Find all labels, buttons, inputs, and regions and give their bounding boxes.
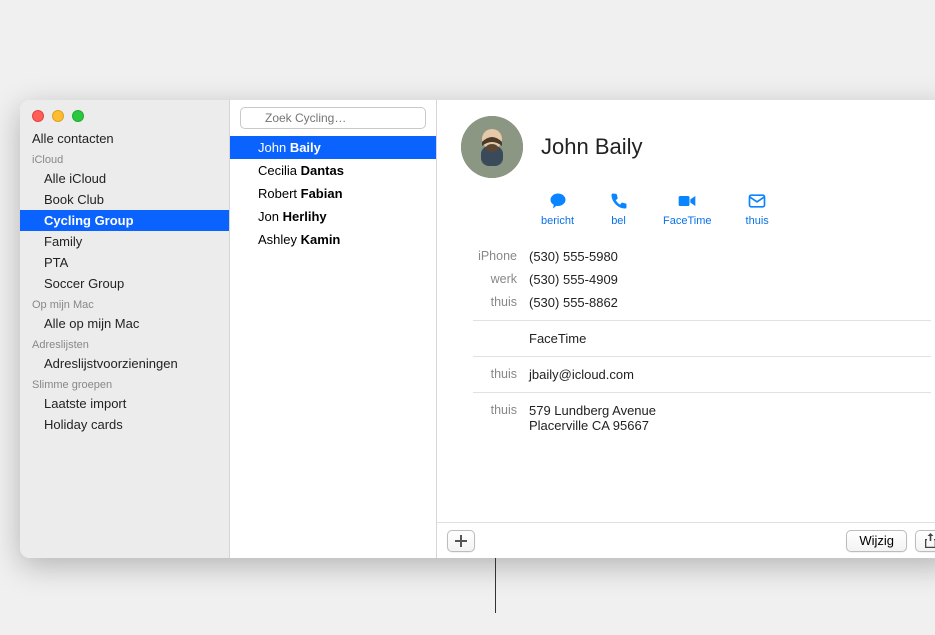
contact-first: John — [258, 140, 290, 155]
bericht-icon — [547, 190, 568, 211]
thuis-icon — [747, 190, 768, 211]
action-label: bel — [611, 215, 626, 227]
search-input[interactable] — [240, 107, 426, 129]
email-value: jbaily@icloud.com — [529, 367, 931, 382]
edit-button[interactable]: Wijzig — [846, 530, 907, 552]
contact-last: Herlihy — [283, 209, 327, 224]
action-facetime[interactable]: FaceTime — [663, 190, 712, 227]
contact-list-item[interactable]: John Baily — [230, 136, 436, 159]
search-wrap — [230, 100, 436, 136]
sidebar-item[interactable]: Alle op mijn Mac — [20, 313, 229, 334]
facetime-icon — [677, 190, 698, 211]
contact-list: John BailyCecilia DantasRobert FabianJon… — [230, 136, 436, 251]
add-button[interactable] — [447, 530, 475, 552]
share-button[interactable] — [915, 530, 935, 552]
facetime-row[interactable]: FaceTime — [461, 327, 931, 350]
divider — [473, 392, 931, 393]
sidebar-item[interactable]: Family — [20, 231, 229, 252]
share-icon — [924, 533, 935, 548]
address-line1: 579 Lundberg Avenue — [529, 403, 931, 418]
contact-header: John Baily — [461, 116, 931, 178]
email-label: thuis — [461, 367, 529, 382]
callout-line-bottom — [495, 558, 496, 613]
sidebar-item[interactable]: Holiday cards — [20, 414, 229, 435]
contact-first: Cecilia — [258, 163, 301, 178]
action-label: FaceTime — [663, 215, 712, 227]
address-value: 579 Lundberg Avenue Placerville CA 95667 — [529, 403, 931, 433]
sidebar-section-header: Adreslijsten — [20, 334, 229, 353]
action-label: bericht — [541, 215, 574, 227]
sidebar-section-header: Slimme groepen — [20, 374, 229, 393]
contact-list-item[interactable]: Ashley Kamin — [230, 228, 436, 251]
sidebar-all-contacts[interactable]: Alle contacten — [20, 128, 229, 149]
plus-icon — [455, 535, 467, 547]
address-row[interactable]: thuis 579 Lundberg Avenue Placerville CA… — [461, 399, 931, 437]
zoom-window-button[interactable] — [72, 110, 84, 122]
divider — [473, 356, 931, 357]
contact-list-item[interactable]: Robert Fabian — [230, 182, 436, 205]
contacts-window: Alle contacten iCloudAlle iCloudBook Clu… — [20, 100, 935, 558]
email-row[interactable]: thuis jbaily@icloud.com — [461, 363, 931, 386]
phone-value: (530) 555-5980 — [529, 249, 931, 264]
contact-last: Dantas — [301, 163, 344, 178]
phone-label: werk — [461, 272, 529, 287]
sidebar: Alle contacten iCloudAlle iCloudBook Clu… — [20, 100, 230, 558]
contact-first: Ashley — [258, 232, 301, 247]
facetime-field-label: FaceTime — [529, 331, 931, 346]
sidebar-item[interactable]: Soccer Group — [20, 273, 229, 294]
address-line2: Placerville CA 95667 — [529, 418, 931, 433]
contact-list-pane: John BailyCecilia DantasRobert FabianJon… — [230, 100, 437, 558]
quick-actions: bericht bel FaceTime thuis — [461, 190, 931, 227]
phone-value: (530) 555-8862 — [529, 295, 931, 310]
sidebar-item[interactable]: Laatste import — [20, 393, 229, 414]
window-controls — [20, 100, 229, 128]
contact-first: Robert — [258, 186, 301, 201]
divider — [473, 320, 931, 321]
sidebar-item[interactable]: Adreslijstvoorzieningen — [20, 353, 229, 374]
close-window-button[interactable] — [32, 110, 44, 122]
avatar[interactable] — [461, 116, 523, 178]
phone-row[interactable]: iPhone(530) 555-5980 — [461, 245, 931, 268]
contact-list-item[interactable]: Cecilia Dantas — [230, 159, 436, 182]
sidebar-section-header: iCloud — [20, 149, 229, 168]
sidebar-item[interactable]: PTA — [20, 252, 229, 273]
phone-row[interactable]: thuis(530) 555-8862 — [461, 291, 931, 314]
sidebar-item[interactable]: Book Club — [20, 189, 229, 210]
sidebar-item[interactable]: Cycling Group — [20, 210, 229, 231]
phone-label: iPhone — [461, 249, 529, 264]
sidebar-section-header: Op mijn Mac — [20, 294, 229, 313]
contact-last: Kamin — [301, 232, 341, 247]
bel-icon — [608, 190, 629, 211]
bottom-toolbar: Wijzig — [437, 522, 935, 558]
action-bel[interactable]: bel — [608, 190, 629, 227]
contact-last: Fabian — [301, 186, 343, 201]
action-bericht[interactable]: bericht — [541, 190, 574, 227]
contact-last: Baily — [290, 140, 321, 155]
action-thuis[interactable]: thuis — [746, 190, 769, 227]
contact-first: Jon — [258, 209, 283, 224]
action-label: thuis — [746, 215, 769, 227]
sidebar-list: Alle contacten iCloudAlle iCloudBook Clu… — [20, 128, 229, 435]
phone-value: (530) 555-4909 — [529, 272, 931, 287]
phone-label: thuis — [461, 295, 529, 310]
contact-list-item[interactable]: Jon Herlihy — [230, 205, 436, 228]
contact-name: John Baily — [541, 134, 643, 160]
sidebar-item[interactable]: Alle iCloud — [20, 168, 229, 189]
contact-detail-pane: John Baily bericht bel FaceTime thuis iPhon… — [437, 100, 935, 558]
contact-fields: iPhone(530) 555-5980werk(530) 555-4909th… — [461, 245, 931, 437]
phone-row[interactable]: werk(530) 555-4909 — [461, 268, 931, 291]
minimize-window-button[interactable] — [52, 110, 64, 122]
address-label: thuis — [461, 403, 529, 433]
